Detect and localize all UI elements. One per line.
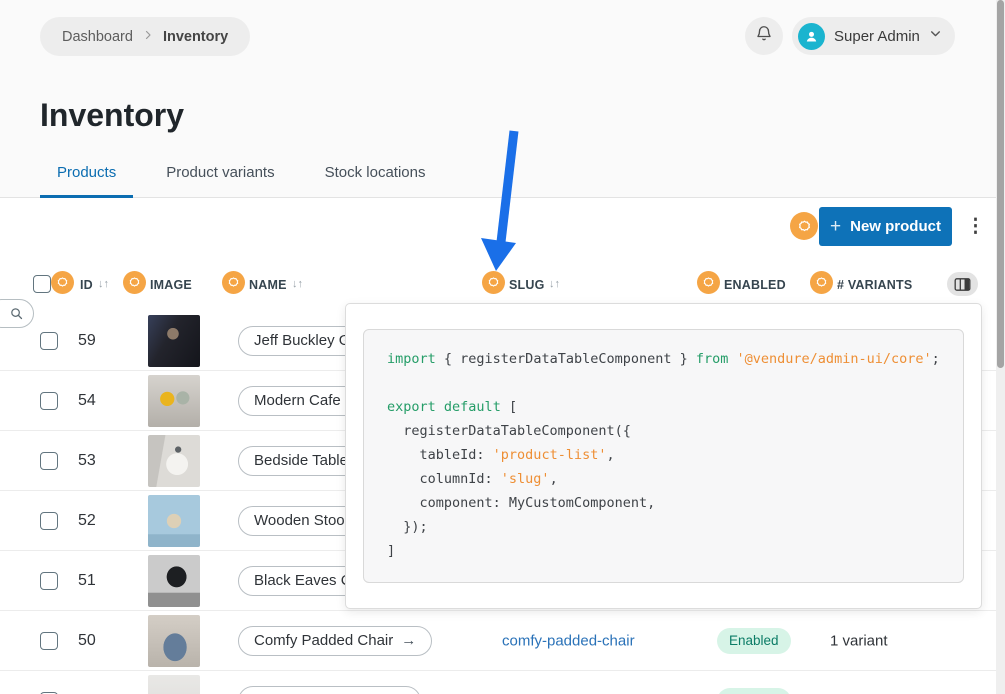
user-name: Super Admin (834, 28, 920, 45)
more-actions-button[interactable]: ⋮ (966, 213, 984, 241)
column-header-variants: # VARIANTS (837, 278, 912, 292)
new-product-label: New product (850, 218, 941, 235)
sort-icon[interactable]: ↓↑ (292, 278, 303, 290)
row-checkbox[interactable] (40, 332, 58, 350)
product-image (148, 615, 200, 667)
column-visibility-button[interactable] (947, 272, 978, 296)
row-checkbox[interactable] (40, 512, 58, 530)
row-id: 51 (78, 572, 96, 590)
sort-icon[interactable]: ↓↑ (549, 278, 560, 290)
columns-icon (954, 278, 971, 291)
code-line: ] (387, 539, 940, 563)
extension-seal-icon (487, 276, 500, 289)
enabled-badge: Enabled (717, 688, 791, 694)
product-image (148, 375, 200, 427)
extension-seal-icon (227, 276, 240, 289)
chevron-down-icon (929, 27, 942, 45)
code-line: import { registerDataTableComponent } fr… (387, 347, 940, 371)
new-product-button[interactable]: + New product (819, 207, 952, 246)
code-line: tableId: 'product-list', (387, 443, 940, 467)
column-header-image: IMAGE (150, 278, 192, 292)
product-image (148, 435, 200, 487)
product-image (148, 555, 200, 607)
code-line: registerDataTableComponent({ (387, 419, 940, 443)
product-image (148, 315, 200, 367)
ui-extension-badge-enabled[interactable] (697, 271, 720, 294)
product-image (148, 675, 200, 694)
notifications-button[interactable] (745, 17, 783, 55)
row-id: 59 (78, 332, 96, 350)
variant-count: 1 variant (830, 632, 888, 649)
row-checkbox[interactable] (40, 392, 58, 410)
table-row: 50 Comfy Padded Chair → comfy-padded-chair E… (0, 611, 1005, 671)
arrow-right-icon: → (401, 632, 416, 649)
row-id: 50 (78, 632, 96, 650)
code-popover: import { registerDataTableComponent } fr… (345, 303, 982, 609)
code-line: }); (387, 515, 940, 539)
product-name: Comfy Padded Chair (254, 632, 393, 649)
bell-icon (755, 24, 773, 48)
page-header-region: Dashboard Inventory Super Admin Inventor… (0, 0, 1005, 198)
breadcrumb-separator-icon (142, 28, 154, 46)
code-line: columnId: 'slug', (387, 467, 940, 491)
avatar (798, 23, 825, 50)
scrollbar-thumb[interactable] (997, 0, 1004, 368)
plus-icon: + (830, 217, 841, 236)
row-checkbox[interactable] (40, 452, 58, 470)
column-header-name: NAME (249, 278, 287, 292)
search-button[interactable] (0, 299, 34, 328)
ui-extension-badge-id[interactable] (51, 271, 74, 294)
user-menu-button[interactable]: Super Admin (792, 17, 955, 55)
extension-seal-icon (702, 276, 715, 289)
tab-products[interactable]: Products (40, 164, 133, 197)
ui-extension-badge-variants[interactable] (810, 271, 833, 294)
column-header-enabled: ENABLED (724, 278, 786, 292)
code-line: export default [ (387, 395, 940, 419)
column-header-id: ID (80, 278, 93, 292)
tab-stock-locations[interactable]: Stock locations (308, 164, 443, 197)
row-id: 53 (78, 452, 96, 470)
breadcrumb: Dashboard Inventory (40, 17, 250, 56)
row-checkbox[interactable] (40, 632, 58, 650)
column-header-slug: SLUG (509, 278, 545, 292)
tab-bar: Products Product variants Stock location… (40, 164, 458, 197)
product-name: Wooden Stool (254, 512, 348, 529)
row-checkbox[interactable] (40, 572, 58, 590)
row-id: 54 (78, 392, 96, 410)
breadcrumb-current: Inventory (163, 29, 228, 45)
code-line (387, 371, 940, 395)
extension-seal-icon (128, 276, 141, 289)
ui-extension-badge-slug[interactable] (482, 271, 505, 294)
code-line: component: MyCustomComponent, (387, 491, 940, 515)
vendure-admin-inventory-page: Dashboard Inventory Super Admin Inventor… (0, 0, 1005, 694)
product-name: Bedside Table (254, 452, 348, 469)
sort-icon[interactable]: ↓↑ (98, 278, 109, 290)
product-name-button[interactable]: Wooden Side Desk→ (238, 686, 421, 694)
row-id: 52 (78, 512, 96, 530)
ui-extension-badge[interactable] (790, 212, 818, 240)
ui-extension-badge-image[interactable] (123, 271, 146, 294)
search-icon (9, 306, 24, 321)
scrollbar-track (996, 0, 1005, 694)
select-all-checkbox[interactable] (33, 275, 51, 293)
tab-product-variants[interactable]: Product variants (149, 164, 291, 197)
table-row: 49Wooden Side Desk→wooden-side-deskEnabl… (0, 671, 1005, 694)
product-image (148, 495, 200, 547)
extension-seal-icon (815, 276, 828, 289)
product-name-button[interactable]: Comfy Padded Chair → (238, 626, 432, 656)
person-icon (804, 29, 819, 44)
extension-seal-icon (797, 219, 812, 234)
ui-extension-badge-name[interactable] (222, 271, 245, 294)
code-block: import { registerDataTableComponent } fr… (363, 329, 964, 583)
extension-seal-icon (56, 276, 69, 289)
page-title: Inventory (40, 97, 184, 134)
product-slug-link[interactable]: comfy-padded-chair (502, 632, 635, 649)
breadcrumb-dashboard-link[interactable]: Dashboard (62, 29, 133, 45)
enabled-badge: Enabled (717, 628, 791, 654)
